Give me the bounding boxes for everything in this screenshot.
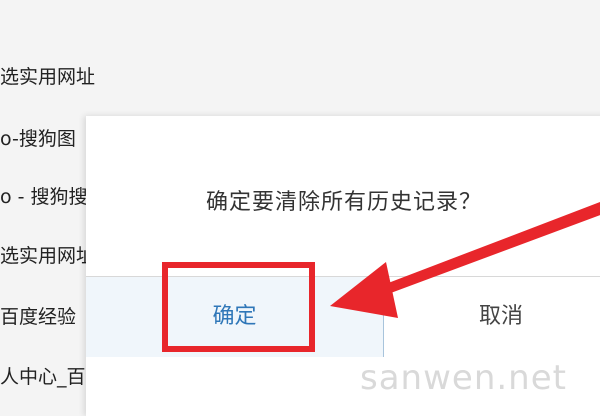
watermark: sanwen.net xyxy=(360,358,567,398)
red-arrow-icon xyxy=(330,202,600,318)
